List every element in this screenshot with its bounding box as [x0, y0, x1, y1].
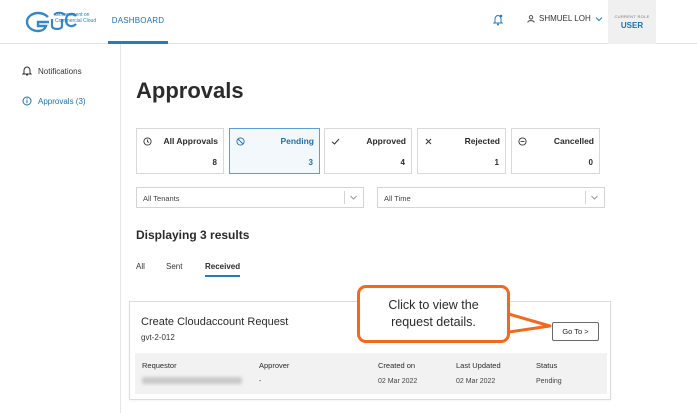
stat-label: Approved [366, 136, 406, 146]
callout-annotation: Click to view the request details. [357, 285, 510, 343]
tenant-select[interactable]: All Tenants [136, 187, 364, 208]
user-name: SHMUEL LOH [539, 14, 591, 23]
column-header: Created on [378, 361, 416, 370]
time-select[interactable]: All Time [377, 187, 605, 208]
stat-card-pending[interactable]: Pending 3 [229, 128, 320, 174]
nav-dashboard[interactable]: DASHBOARD [108, 0, 168, 44]
user-menu[interactable]: SHMUEL LOH [527, 14, 603, 23]
sidebar-item-label: Approvals (3) [38, 96, 86, 106]
stat-count: 8 [212, 158, 217, 167]
minus-circle-icon [518, 137, 527, 146]
chevron-down-icon [350, 195, 357, 200]
callout-text: Click to view the request details. [388, 298, 479, 329]
chevron-down-icon [591, 195, 598, 200]
current-role[interactable]: CURRENT ROLE USER [608, 0, 656, 44]
stat-card-rejected[interactable]: Rejected 1 [417, 128, 506, 174]
results-count: Displaying 3 results [136, 228, 250, 242]
stat-count: 3 [308, 158, 313, 167]
created-on-column: Created on 02 Mar 2022 [378, 361, 417, 385]
stat-card-cancelled[interactable]: Cancelled 0 [511, 128, 600, 174]
request-id: gvt-2-012 [141, 333, 175, 342]
column-header: Status [536, 361, 558, 370]
last-updated-value: 02 Mar 2022 [456, 378, 496, 385]
approver-column: Approver - [259, 361, 289, 385]
stat-count: 1 [494, 158, 499, 167]
logo-text: Government on Commercial Cloud [55, 12, 97, 24]
stat-count: 0 [588, 158, 593, 167]
time-select-value: All Time [384, 194, 411, 203]
column-header: Requestor [142, 361, 177, 370]
stat-label: Pending [280, 136, 314, 146]
sidebar-item-label: Notifications [38, 66, 82, 76]
chevron-down-icon [595, 16, 603, 21]
role-value: USER [620, 21, 644, 30]
tab-sent[interactable]: Sent [166, 262, 182, 275]
tab-received[interactable]: Received [205, 262, 241, 277]
ban-icon [236, 137, 245, 146]
page-title: Approvals [136, 78, 244, 103]
status-column: Status Pending [536, 361, 562, 385]
tab-all[interactable]: All [136, 262, 145, 275]
stat-count: 4 [400, 158, 405, 167]
bell-icon [22, 66, 32, 76]
created-on-value: 02 Mar 2022 [378, 378, 418, 385]
sidebar: Notifications Approvals (3) [0, 44, 121, 413]
clock-icon [143, 137, 152, 146]
stat-label: Cancelled [553, 136, 594, 146]
status-value: Pending [536, 378, 562, 385]
requestor-column: Requestor [142, 361, 242, 389]
last-updated-column: Last Updated 02 Mar 2022 [456, 361, 501, 385]
sidebar-item-notifications[interactable]: Notifications [22, 66, 82, 76]
approver-value: - [259, 378, 262, 385]
select-divider [585, 191, 586, 204]
request-title: Create Cloudaccount Request [141, 316, 289, 328]
column-header: Approver [259, 361, 290, 370]
request-details: Requestor Approver - Created on 02 Mar 2… [135, 353, 607, 394]
stat-label: Rejected [464, 136, 500, 146]
notification-bell-icon[interactable] [493, 14, 503, 26]
stat-label: All Approvals [163, 136, 218, 146]
select-divider [344, 191, 345, 204]
top-bar: Government on Commercial Cloud DASHBOARD… [0, 0, 697, 44]
redacted-requestor [142, 377, 242, 384]
role-caption: CURRENT ROLE [614, 14, 650, 19]
sidebar-item-approvals[interactable]: Approvals (3) [22, 96, 86, 106]
x-icon [425, 138, 432, 145]
stat-card-approved[interactable]: Approved 4 [324, 128, 412, 174]
tenant-select-value: All Tenants [143, 194, 180, 203]
column-header: Last Updated [456, 361, 501, 370]
stat-card-all-approvals[interactable]: All Approvals 8 [136, 128, 224, 174]
user-icon [527, 14, 535, 23]
check-icon [331, 138, 340, 145]
info-circle-icon [22, 96, 32, 106]
